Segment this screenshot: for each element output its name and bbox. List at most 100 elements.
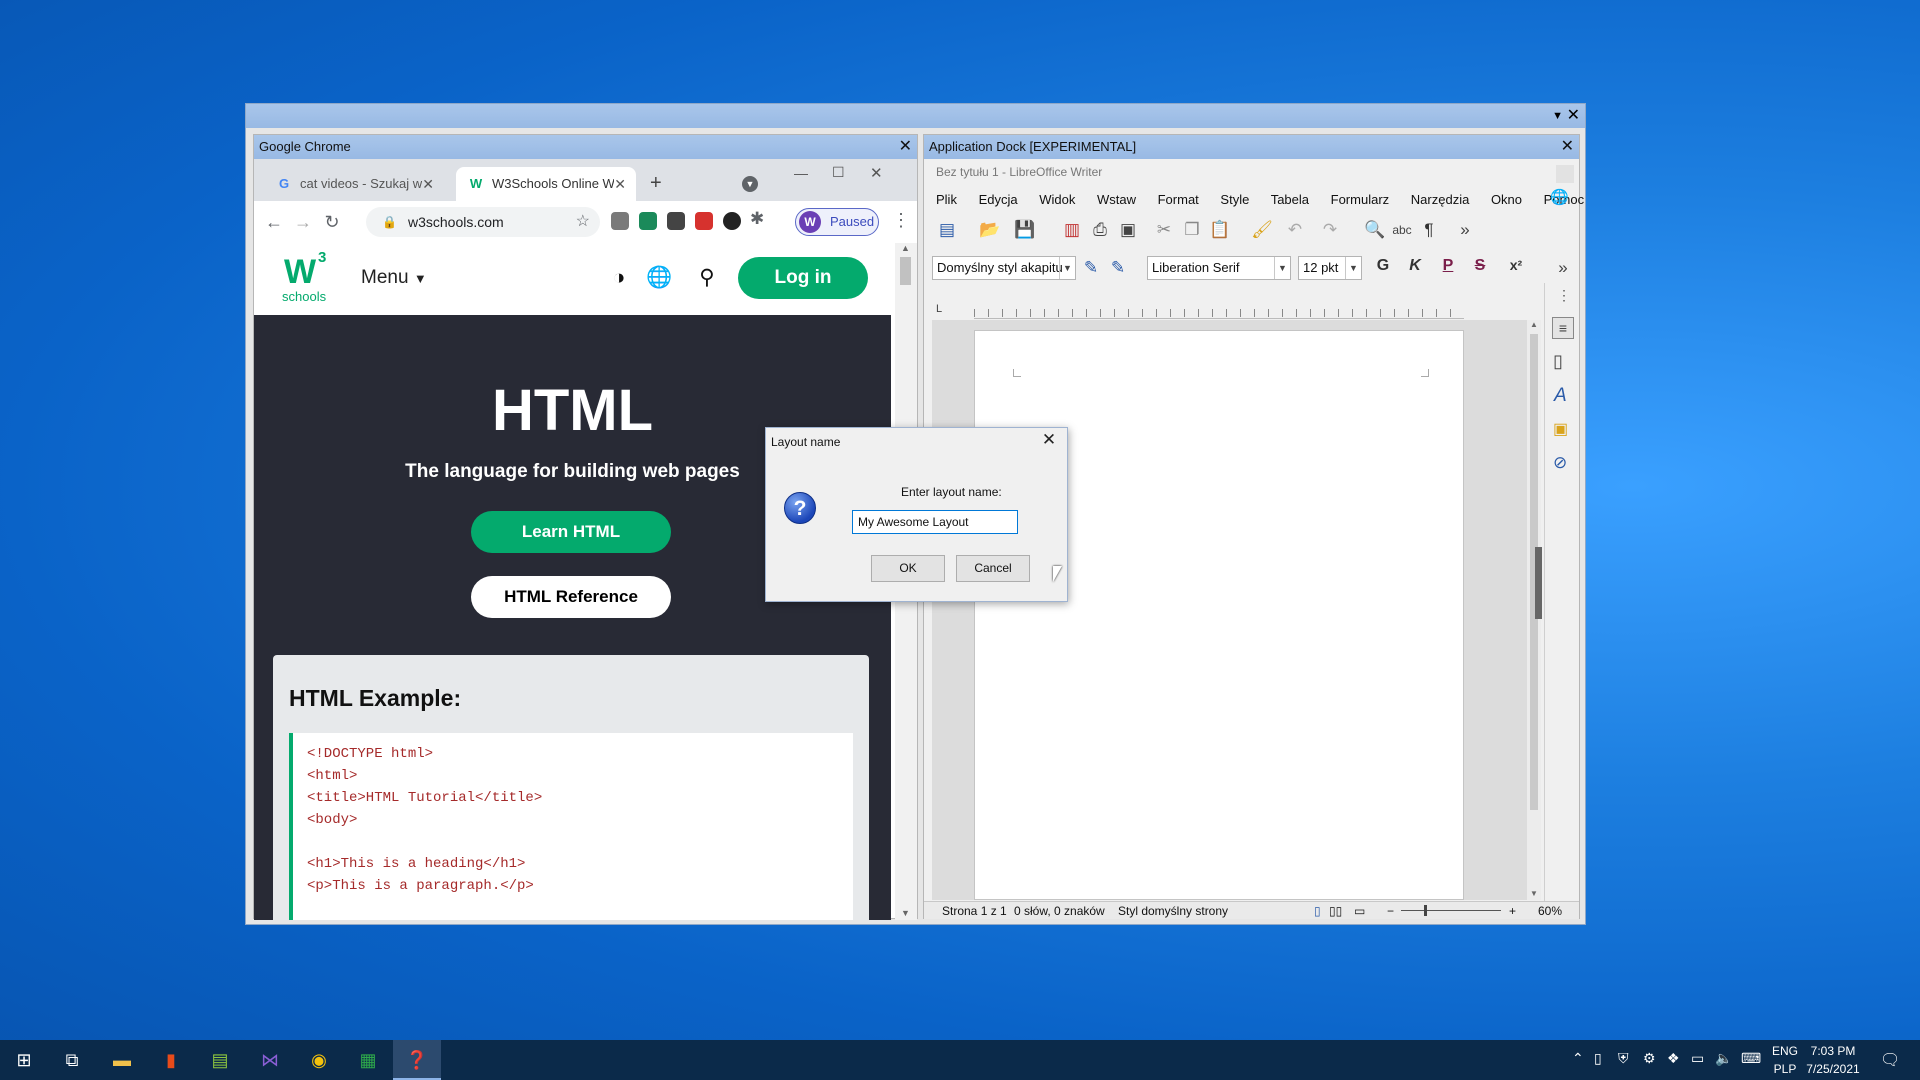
- extension-icon[interactable]: [639, 212, 657, 230]
- menu-plik[interactable]: Plik: [936, 192, 957, 207]
- scroll-down-icon[interactable]: ▼: [1530, 889, 1538, 898]
- menu-wstaw[interactable]: Wstaw: [1097, 192, 1136, 207]
- app-tray-icon[interactable]: ⚙: [1643, 1050, 1656, 1067]
- font-size-combo[interactable]: 12 pkt ▼: [1298, 256, 1362, 280]
- menu-format[interactable]: Format: [1158, 192, 1199, 207]
- properties-icon[interactable]: ≡: [1552, 317, 1574, 339]
- document-page[interactable]: [974, 330, 1464, 900]
- more-tools-icon[interactable]: »: [1552, 257, 1574, 279]
- navigator-icon[interactable]: ⊘: [1553, 453, 1567, 473]
- html-reference-button[interactable]: HTML Reference: [471, 576, 671, 618]
- tab-stop-icon[interactable]: L: [936, 303, 942, 315]
- window-button[interactable]: [1556, 165, 1574, 183]
- close-icon[interactable]: ✕: [422, 167, 434, 201]
- start-icon[interactable]: ⊞: [0, 1040, 48, 1080]
- zoom-slider[interactable]: [1401, 910, 1501, 911]
- login-button[interactable]: Log in: [738, 257, 868, 299]
- print-icon[interactable]: ⎙: [1089, 219, 1111, 241]
- menu-okno[interactable]: Okno: [1491, 192, 1522, 207]
- menu-style[interactable]: Style: [1220, 192, 1249, 207]
- superscript-icon[interactable]: x²: [1506, 257, 1526, 273]
- save-icon[interactable]: 💾: [1014, 219, 1036, 241]
- styles-icon[interactable]: A: [1554, 385, 1567, 407]
- dropbox-icon[interactable]: ❖: [1667, 1050, 1680, 1067]
- menu-formularz[interactable]: Formularz: [1331, 192, 1390, 207]
- clone-formatting-icon[interactable]: 🖌: [1251, 219, 1273, 241]
- tab-cat-videos[interactable]: G cat videos - Szukaj w Go ✕: [264, 167, 444, 201]
- menu-tabela[interactable]: Tabela: [1271, 192, 1309, 207]
- extension-icon[interactable]: [667, 212, 685, 230]
- paragraph-style-combo[interactable]: Domyślny styl akapitu ▼: [932, 256, 1076, 280]
- formatting-marks-icon[interactable]: ¶: [1418, 219, 1440, 241]
- dock-titlebar[interactable]: ▼ ✕: [246, 104, 1585, 128]
- menu-widok[interactable]: Widok: [1039, 192, 1075, 207]
- notepad-icon[interactable]: ▤: [196, 1040, 244, 1080]
- close-icon[interactable]: ✕: [870, 164, 883, 182]
- page-count[interactable]: Strona 1 z 1: [942, 902, 1007, 920]
- address-bar[interactable]: 🔒 w3schools.com ☆: [366, 207, 600, 237]
- new-tab-icon[interactable]: +: [650, 172, 662, 195]
- sidebar-menu-icon[interactable]: ⋮: [1557, 287, 1571, 304]
- notifications-icon[interactable]: 🗨: [1880, 1050, 1900, 1070]
- back-icon[interactable]: ←: [263, 211, 285, 233]
- tab-w3schools[interactable]: W W3Schools Online Web ✕: [456, 167, 636, 201]
- ok-button[interactable]: OK: [871, 555, 945, 582]
- close-icon[interactable]: ✕: [1561, 135, 1574, 159]
- tablet-icon[interactable]: ▯: [1594, 1050, 1602, 1067]
- spelling-icon[interactable]: abc: [1391, 219, 1413, 241]
- page-style[interactable]: Styl domyślny strony: [1118, 902, 1228, 920]
- forward-icon[interactable]: →: [292, 211, 314, 233]
- zoom-level[interactable]: 60%: [1538, 902, 1562, 920]
- chevron-down-icon[interactable]: ▼: [1059, 257, 1075, 279]
- speaker-icon[interactable]: 🔈: [1715, 1050, 1732, 1067]
- horizontal-ruler[interactable]: [974, 303, 1464, 319]
- zoom-out-icon[interactable]: −: [1387, 902, 1394, 920]
- maximize-icon[interactable]: ☐: [832, 164, 845, 181]
- cancel-button[interactable]: Cancel: [956, 555, 1030, 582]
- menu-button[interactable]: Menu ▼: [361, 267, 427, 289]
- menu-narzedzia[interactable]: Narzędzia: [1411, 192, 1470, 207]
- open-folder-icon[interactable]: 📂: [979, 219, 1001, 241]
- scroll-up-icon[interactable]: ▲: [901, 243, 910, 253]
- star-icon[interactable]: ☆: [576, 207, 590, 237]
- chevron-up-icon[interactable]: ⌃: [1572, 1050, 1584, 1067]
- zoom-slider-thumb[interactable]: [1424, 905, 1427, 916]
- chrome-icon[interactable]: ◉: [295, 1040, 343, 1080]
- word-count[interactable]: 0 słów, 0 znaków: [1014, 902, 1105, 920]
- office-icon[interactable]: ▮: [147, 1040, 195, 1080]
- scroll-up-icon[interactable]: ▲: [1530, 320, 1538, 329]
- cut-icon[interactable]: ✂: [1153, 219, 1175, 241]
- minimize-icon[interactable]: —: [794, 165, 808, 181]
- bold-button[interactable]: G: [1373, 257, 1393, 275]
- print-preview-icon[interactable]: ▣: [1117, 219, 1139, 241]
- search-icon[interactable]: ⚲: [694, 265, 720, 291]
- page-icon[interactable]: ▯: [1553, 351, 1563, 372]
- extension-icon[interactable]: [723, 212, 741, 230]
- close-icon[interactable]: ✕: [899, 135, 912, 159]
- strikethrough-button[interactable]: S: [1470, 257, 1490, 275]
- clock[interactable]: 7:03 PM 7/25/2021: [1798, 1042, 1868, 1078]
- menu-edycja[interactable]: Edycja: [979, 192, 1018, 207]
- undo-icon[interactable]: ↶: [1284, 219, 1306, 241]
- export-pdf-icon[interactable]: ▥: [1061, 219, 1083, 241]
- underline-button[interactable]: P: [1438, 257, 1458, 275]
- lo-pane-title[interactable]: Application Dock [EXPERIMENTAL] ✕: [924, 135, 1579, 159]
- layout-name-input[interactable]: [852, 510, 1018, 534]
- chevron-down-icon[interactable]: ▼: [1345, 257, 1361, 279]
- zoom-in-icon[interactable]: +: [1509, 902, 1516, 920]
- close-icon[interactable]: ✕: [1567, 104, 1580, 128]
- update-style-icon[interactable]: ✎: [1080, 257, 1102, 279]
- find-replace-icon[interactable]: 🔍: [1364, 219, 1386, 241]
- network-icon[interactable]: ▭: [1691, 1050, 1704, 1067]
- chevron-down-icon[interactable]: ▼: [1552, 104, 1563, 128]
- reload-icon[interactable]: ↻: [321, 211, 343, 233]
- globe-icon[interactable]: 🌐: [1550, 188, 1569, 206]
- scrollbar-thumb[interactable]: [900, 257, 911, 285]
- tab-search-icon[interactable]: ▼: [742, 176, 758, 192]
- close-icon[interactable]: ✕: [614, 167, 626, 201]
- new-document-icon[interactable]: ▤: [936, 219, 958, 241]
- more-tools-icon[interactable]: »: [1454, 219, 1476, 241]
- font-name-combo[interactable]: Liberation Serif ▼: [1147, 256, 1291, 280]
- extension-icon[interactable]: [611, 212, 629, 230]
- libreoffice-calc-icon[interactable]: ▦: [344, 1040, 392, 1080]
